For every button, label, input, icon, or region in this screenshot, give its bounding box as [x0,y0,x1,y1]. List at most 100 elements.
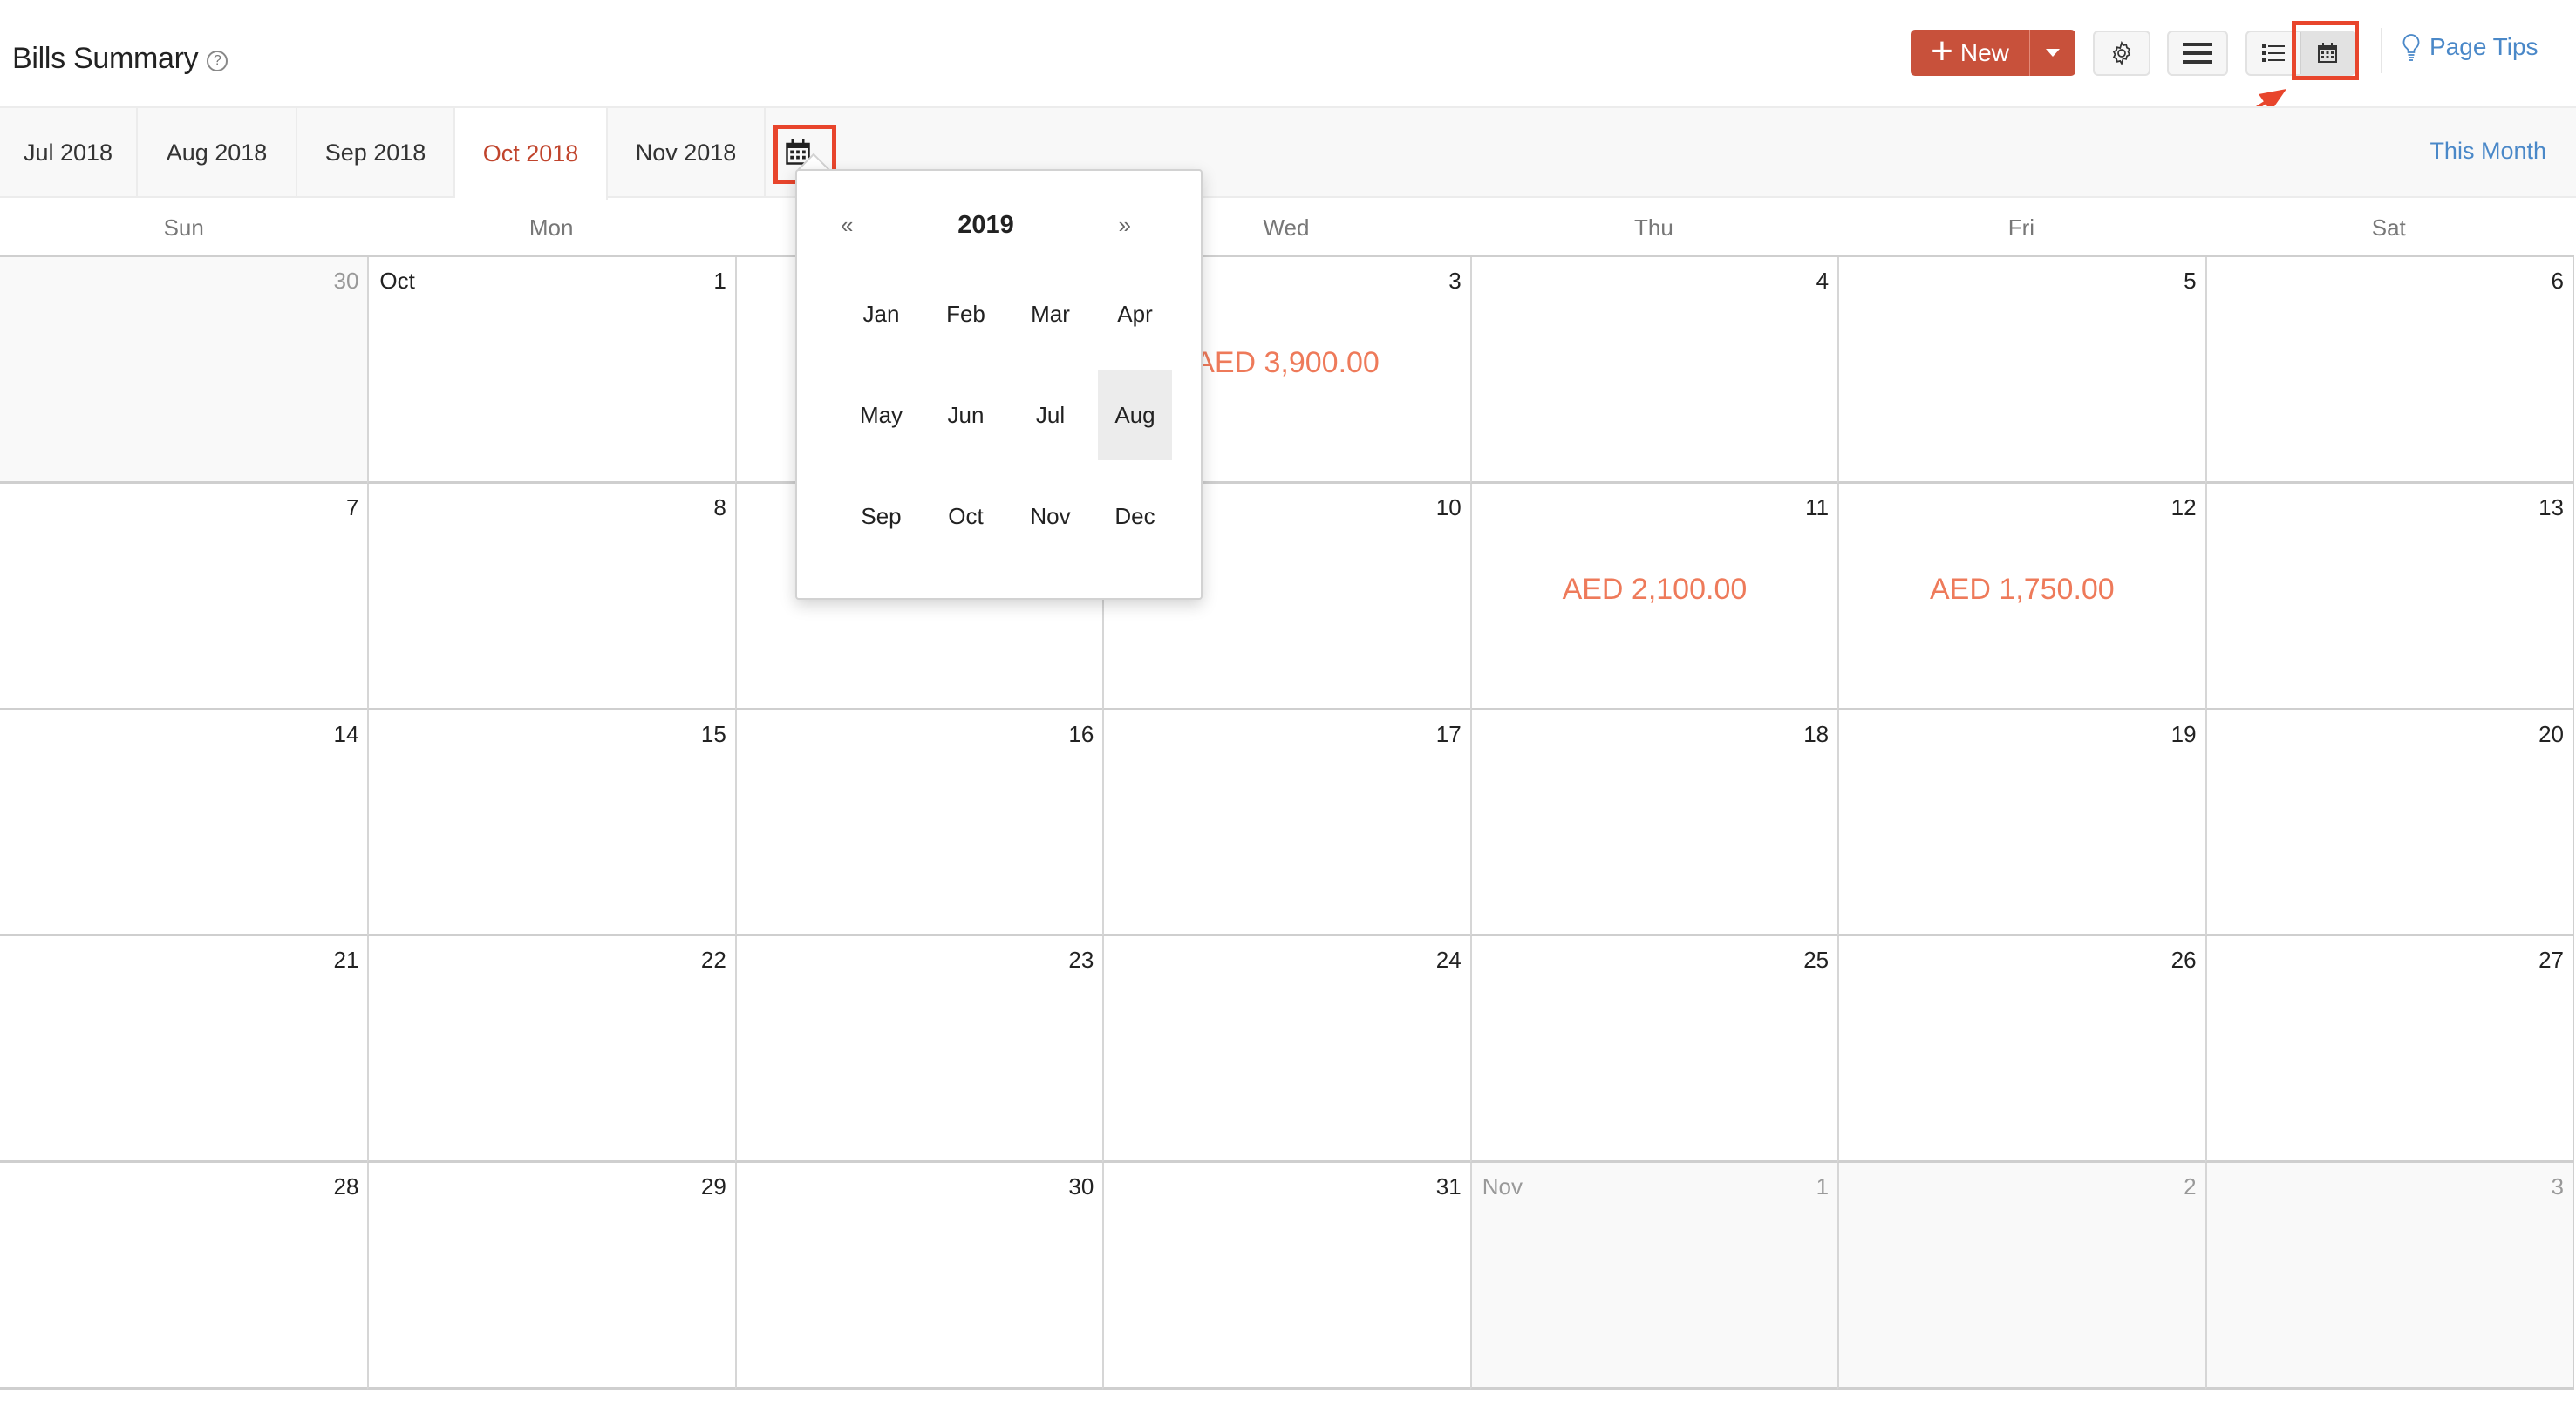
weekday-mon: Mon [528,214,574,241]
page-title: Bills Summary ? [12,42,228,76]
day-number: 15 [700,720,726,747]
calendar-day-cell[interactable]: 16 [734,710,1103,937]
picker-month-nov[interactable]: Nov [1013,471,1087,561]
weekday-header: SunMonTueWedThuFriSat [0,214,2573,255]
calendar-day-cell[interactable]: 30 [734,1163,1103,1390]
calendar-day-cell[interactable]: 6 [2205,257,2573,484]
day-number: 31 [1435,1173,1462,1200]
calendar-day-cell[interactable]: 19 [1837,710,2205,937]
calendar-day-cell[interactable]: 18 [1469,710,1838,937]
day-number: 7 [345,493,359,520]
tab-jul-2018[interactable]: Jul 2018 [0,108,138,198]
bill-amount[interactable]: AED 1,750.00 [1839,573,2205,607]
day-number: 25 [1803,947,1830,974]
tab-oct-2018[interactable]: Oct 2018 [455,108,608,200]
picker-month-oct[interactable]: Oct [929,471,1003,561]
day-number: 29 [700,1173,726,1200]
new-button-label: New [1959,38,2009,66]
settings-button[interactable] [2093,31,2150,76]
picker-month-apr[interactable]: Apr [1098,269,1172,359]
day-number: 2 [2184,1173,2197,1200]
page-tips-link[interactable]: Page Tips [2402,33,2539,61]
calendar-day-cell[interactable]: 14 [0,710,368,937]
day-number: 10 [1435,493,1462,520]
calendar-day-cell[interactable]: 21 [0,936,368,1164]
day-number: 11 [1805,493,1830,520]
calendar-day-cell[interactable]: 24 [1102,936,1470,1164]
day-number: 16 [1068,720,1094,747]
picker-month-jan[interactable]: Jan [844,269,918,359]
picker-month-mar[interactable]: Mar [1013,269,1087,359]
day-number: 3 [1448,268,1462,294]
menu-button[interactable] [2167,31,2228,76]
calendar-day-cell[interactable]: 23 [734,936,1103,1164]
picker-month-may[interactable]: May [844,370,918,460]
calendar-day-cell[interactable]: 22 [367,936,735,1164]
calendar-day-cell[interactable]: 7 [0,483,368,710]
calendar-day-cell[interactable]: 26 [1837,936,2205,1164]
tab-aug-2018[interactable]: Aug 2018 [138,108,297,198]
calendar-day-cell[interactable]: 11 AED 2,100.00 [1469,483,1838,710]
calendar-day-cell[interactable]: 15 [367,710,735,937]
calendar-day-cell[interactable]: 2 [1837,1163,2205,1390]
toolbar-divider [2381,28,2382,73]
calendar-day-cell[interactable]: 30 [0,257,368,484]
calendar-day-cell[interactable]: 25 [1469,936,1838,1164]
picker-month-dec[interactable]: Dec [1098,471,1172,561]
picker-year[interactable]: 2019 [957,211,1014,240]
calendar-day-cell[interactable]: 12 AED 1,750.00 [1837,483,2205,710]
calendar-day-cell[interactable]: Nov 1 [1469,1163,1838,1390]
new-dropdown-button[interactable] [2030,30,2075,76]
weekday-fri: Fri [2007,214,2035,241]
picker-month-sep[interactable]: Sep [844,471,918,561]
calendar-day-cell[interactable]: 13 [2205,483,2573,710]
calendar-day-cell[interactable]: 20 [2205,710,2573,937]
calendar-day-cell[interactable]: 17 [1102,710,1470,937]
bill-amount[interactable]: AED 2,100.00 [1472,573,1837,607]
picker-months: Jan Feb Mar Apr May Jun Jul Aug Sep Oct Nov Dec [839,263,1177,567]
day-number: 13 [2539,493,2564,520]
question-circle-icon[interactable]: ? [207,50,228,71]
tab-nov-2018[interactable]: Nov 2018 [608,108,766,198]
page-title-text: Bills Summary [12,42,199,75]
page-tips-label: Page Tips [2429,33,2539,60]
day-number: 1 [1816,1173,1830,1200]
month-label: Oct [379,268,415,294]
picker-month-aug[interactable]: Aug [1098,370,1172,460]
calendar-day-cell[interactable]: 3 [2205,1163,2573,1390]
next-year-button[interactable]: » [1119,212,1131,239]
calendar-day-cell[interactable]: 27 [2205,936,2573,1164]
new-button-main[interactable]: + New [1911,30,2030,76]
caret-down-icon [2046,49,2060,57]
picker-month-jul[interactable]: Jul [1013,370,1087,460]
picker-month-jun[interactable]: Jun [929,370,1003,460]
day-number: 14 [333,720,359,747]
day-number: 20 [2539,720,2564,747]
day-number: 26 [2171,947,2197,974]
calendar-day-cell[interactable]: 5 [1837,257,2205,484]
calendar-day-cell[interactable]: 4 [1469,257,1838,484]
this-month-link[interactable]: This Month [2429,138,2546,165]
annotation-box-calendar-view [2292,21,2359,80]
new-button[interactable]: + New [1911,30,2075,76]
prev-year-button[interactable]: « [841,212,853,239]
calendar-day-cell[interactable]: 28 [0,1163,368,1390]
day-number: 28 [333,1173,359,1200]
calendar-grid: 30Oct123AED 3,900.004567891011AED 2,100.… [0,255,2574,1390]
day-number: 18 [1803,720,1830,747]
tab-sep-2018[interactable]: Sep 2018 [297,108,455,198]
calendar-day-cell[interactable]: 31 [1102,1163,1470,1390]
weekday-sat: Sat [2371,214,2406,241]
calendar-day-cell[interactable]: Oct 1 [367,257,735,484]
picker-month-feb[interactable]: Feb [929,269,1003,359]
day-number: 21 [333,947,359,974]
calendar-day-cell[interactable]: 8 [367,483,735,710]
day-number: 22 [700,947,726,974]
day-number: 6 [2551,268,2564,294]
plus-icon: + [1931,29,1953,72]
calendar-day-cell[interactable]: 29 [367,1163,735,1390]
day-number: 27 [2539,947,2564,974]
day-number: 5 [2184,268,2197,294]
picker-header: « 2019 » [797,207,1201,242]
day-number: 24 [1435,947,1462,974]
